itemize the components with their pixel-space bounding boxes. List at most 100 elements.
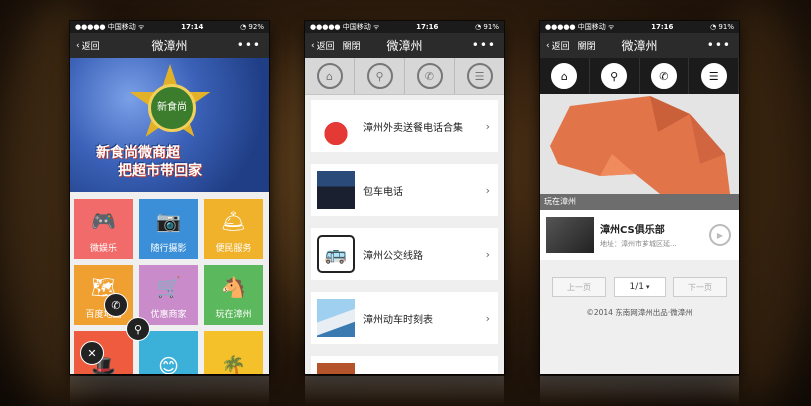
chevron-left-icon: ‹ (311, 40, 315, 51)
list-item[interactable]: 漳州外卖送餐电话合集 › (311, 100, 498, 152)
title-bar: ‹ 返回 微漳州 ••• (70, 33, 269, 58)
menu-nav-button[interactable]: ☰ (455, 58, 504, 94)
tile-extra-2[interactable]: 😊 (139, 331, 198, 374)
home-icon: ⌂ (551, 63, 578, 89)
list-item[interactable]: 漳州动车时刻表 › (311, 292, 498, 344)
page-indicator: 1/1 (629, 282, 644, 292)
chevron-right-icon: › (485, 311, 490, 325)
footer-credit: ©2014 东南网漳州出品·微漳州 (586, 308, 693, 317)
club-thumbnail (546, 217, 594, 253)
carrier-label: ●●●●● 中国移动 ᯤ (310, 23, 380, 31)
back-button[interactable]: ‹ 返回 (70, 39, 100, 53)
chevron-down-icon: ▾ (645, 283, 650, 291)
tile-label: 优惠商家 (150, 310, 187, 320)
chevron-right-icon: › (485, 183, 490, 197)
club-list-item[interactable]: 漳州CS俱乐部 地址：漳州市芗城区延... ▶ (540, 210, 739, 260)
list-item[interactable]: 🚌 漳州公交线路 › (311, 228, 498, 280)
quick-nav-bar: ⌂ ⚲ ✆ ☰ (305, 58, 504, 95)
section-header: 玩在漳州 (540, 194, 739, 210)
phone-fab-button[interactable]: ✆ (104, 293, 128, 317)
list-item[interactable] (311, 356, 498, 374)
train-photo (317, 299, 355, 337)
clock: 17:16 (651, 23, 674, 31)
close-button[interactable]: 關閉 (343, 39, 361, 52)
phone-reflection (540, 376, 739, 406)
more-menu-button[interactable]: ••• (707, 38, 731, 52)
car-photo (317, 171, 355, 209)
list-item-label: 包车电话 (363, 186, 403, 198)
back-button[interactable]: ‹ 返回 (305, 39, 335, 53)
menu-nav-button[interactable]: ☰ (689, 58, 739, 94)
tile-entertainment[interactable]: 🎮 微娱乐 (74, 199, 133, 259)
tile-label: 微娱乐 (89, 244, 117, 254)
battery-label: ◔ 91% (710, 23, 734, 31)
next-page-button[interactable]: 下一页 (673, 277, 727, 297)
phone-nav-button[interactable]: ✆ (640, 58, 690, 94)
carrier-label: ●●●●● 中国移动 ᯤ (545, 23, 615, 31)
page-select[interactable]: 1/1 ▾ (613, 277, 666, 297)
chevron-left-icon: ‹ (546, 40, 550, 51)
home-icon: ⌂ (316, 63, 343, 89)
clock: 17:16 (416, 23, 439, 31)
status-bar: ●●●●● 中国移动 ᯤ 17:14 ◔ 92% (70, 21, 269, 33)
location-fab-button[interactable]: ⚲ (126, 317, 150, 341)
back-label: 返回 (316, 42, 335, 52)
shopping-cart-icon: 🛒 (156, 275, 181, 299)
directory-list: 漳州外卖送餐电话合集 › 包车电话 › 🚌 漳州公交线路 › 漳州动车时刻表 › (305, 95, 504, 374)
title-bar: ‹ 返回 關閉 微漳州 ••• (540, 33, 739, 58)
location-pin-icon: ⚲ (366, 63, 393, 89)
pagination: 上一页 1/1 ▾ 下一页 (540, 277, 739, 297)
home-nav-button[interactable]: ⌂ (540, 58, 590, 94)
food-photo (317, 363, 355, 374)
back-button[interactable]: ‹ 返回 (540, 39, 570, 53)
phone-nav-button[interactable]: ✆ (405, 58, 455, 94)
back-label: 返回 (81, 42, 100, 52)
status-bar: ●●●●● 中国移动 ᯤ 17:16 ◔ 91% (540, 21, 739, 33)
list-icon: ☰ (700, 63, 727, 89)
plant-icon: 🌴 (221, 354, 246, 374)
home-nav-button[interactable]: ⌂ (305, 58, 355, 94)
close-icon: ✕ (87, 346, 97, 360)
phone-reflection (305, 376, 504, 406)
tile-label: 玩在漳州 (215, 310, 252, 320)
list-item-label: 漳州公交线路 (363, 250, 423, 262)
location-nav-button[interactable]: ⚲ (590, 58, 640, 94)
banner-headline: 新食尚微商超 (96, 145, 180, 161)
tile-photography[interactable]: 📷 随行摄影 (139, 199, 198, 259)
tile-label: 便民服务 (215, 244, 252, 254)
service-bell-icon: 🛎 (220, 209, 247, 233)
close-fab-button[interactable]: ✕ (80, 341, 104, 365)
tile-map[interactable]: 🗺 百度地图 (74, 265, 133, 325)
camera-icon: 📷 (156, 209, 181, 233)
phone-icon: ✆ (650, 63, 677, 89)
club-address: 地址：漳州市芗城区延... (600, 240, 677, 248)
tile-play[interactable]: 🐴 玩在漳州 (204, 265, 263, 325)
chevron-right-icon: › (485, 119, 490, 133)
gamepad-icon: 🎮 (91, 209, 116, 233)
phone-screen-home: ●●●●● 中国移动 ᯤ 17:14 ◔ 92% ‹ 返回 微漳州 ••• 新食… (70, 21, 269, 374)
close-button[interactable]: 關閉 (578, 39, 596, 52)
chevron-left-icon: ‹ (76, 40, 80, 51)
list-item[interactable]: 包车电话 › (311, 164, 498, 216)
tile-deals[interactable]: 🛒 优惠商家 (139, 265, 198, 325)
back-label: 返回 (551, 42, 570, 52)
location-pin-icon: ⚲ (133, 322, 143, 336)
carrier-label: ●●●●● 中国移动 ᯤ (75, 23, 145, 31)
play-circle-icon[interactable]: ▶ (709, 224, 731, 246)
phone-reflection (70, 376, 269, 406)
tile-services[interactable]: 🛎 便民服务 (204, 199, 263, 259)
more-menu-button[interactable]: ••• (472, 38, 496, 52)
more-menu-button[interactable]: ••• (237, 38, 261, 52)
category-hero (540, 94, 739, 194)
battery-label: ◔ 92% (240, 23, 264, 31)
banner-subheadline: 把超市带回家 (118, 163, 202, 179)
status-bar: ●●●●● 中国移动 ᯤ 17:16 ◔ 91% (305, 21, 504, 33)
prev-page-button[interactable]: 上一页 (552, 277, 606, 297)
promo-banner[interactable]: 新食尚 新食尚微商超 把超市带回家 (70, 58, 269, 192)
location-pin-icon: ⚲ (601, 63, 628, 89)
location-nav-button[interactable]: ⚲ (355, 58, 405, 94)
phone-icon: ✆ (416, 63, 443, 89)
horse-head-icon (550, 96, 730, 194)
horse-icon: 🐴 (221, 275, 246, 299)
tile-extra-3[interactable]: 🌴 (204, 331, 263, 374)
